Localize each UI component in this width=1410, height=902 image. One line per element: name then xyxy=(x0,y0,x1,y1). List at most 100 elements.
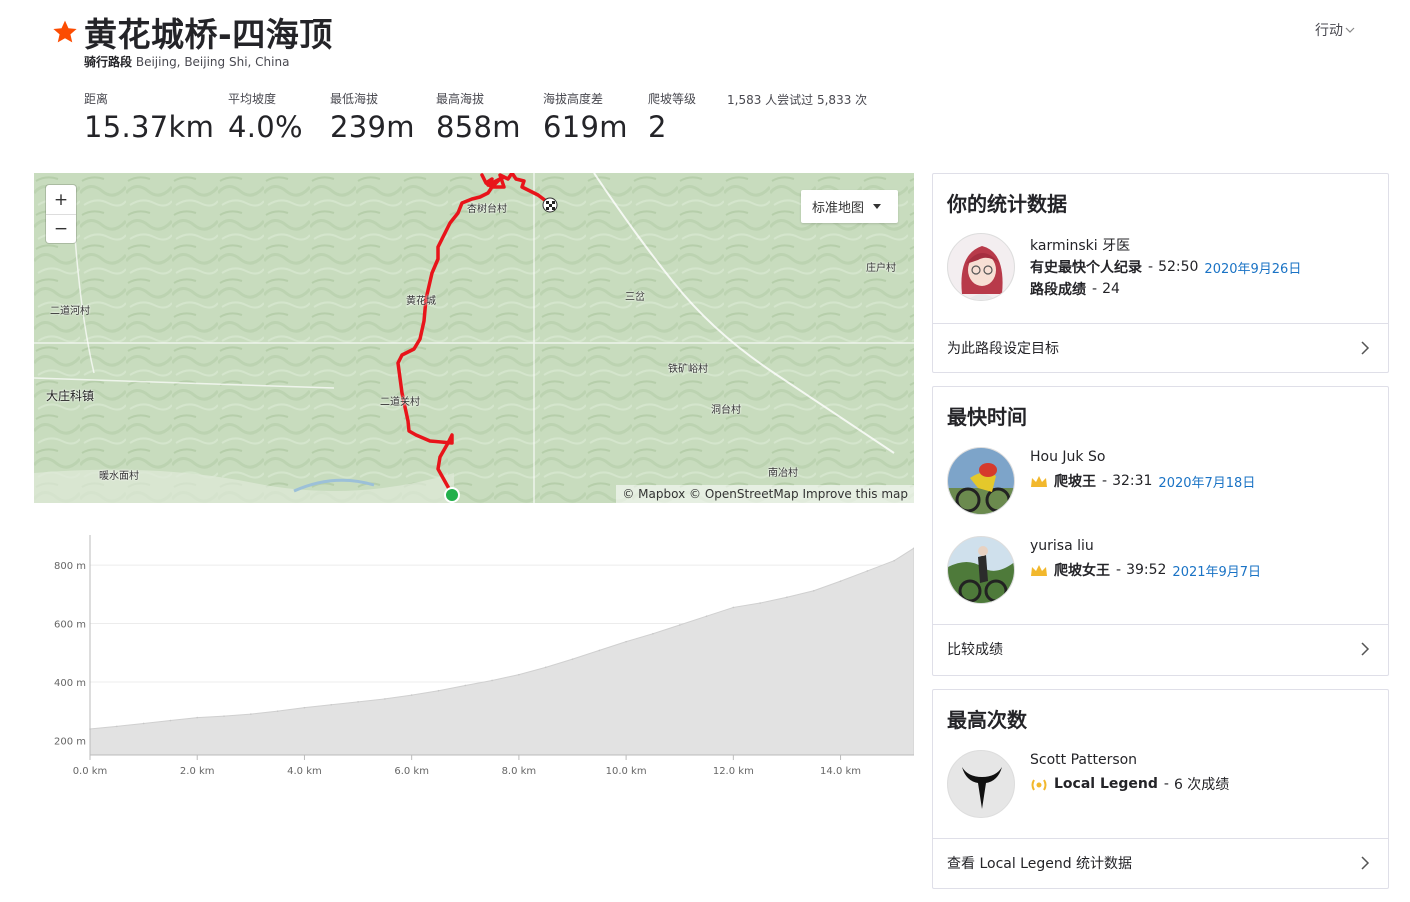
stat-value: 619m xyxy=(543,110,628,144)
place-label: 铁矿峪村 xyxy=(668,364,708,375)
avatar-image xyxy=(948,751,1014,817)
x-tick-label: 2.0 km xyxy=(180,766,215,777)
x-tick-label: 6.0 km xyxy=(394,766,429,777)
avatar-image xyxy=(948,234,1014,300)
stat-value: 4.0% xyxy=(228,110,303,144)
place-label: 黄花城 xyxy=(406,296,436,307)
segment-stats: 距离 15.37km 平均坡度 4.0% 最低海拔 239m 最高海拔 858m… xyxy=(84,90,718,144)
crown-icon xyxy=(1031,564,1047,576)
award-date-link[interactable]: 2021年9月7日 xyxy=(1172,561,1261,580)
athlete-name[interactable]: Scott Patterson xyxy=(1030,752,1137,768)
efforts-line: 路段成绩 - 24 xyxy=(1030,281,1120,298)
segment-location: Beijing, Beijing Shi, China xyxy=(135,55,290,69)
segment-subtitle: 骑行路段 Beijing, Beijing Shi, China xyxy=(84,53,289,70)
award-time: 39:52 xyxy=(1126,562,1167,578)
attempts-count: 1,583 人尝试过 5,833 次 xyxy=(727,93,868,107)
elevation-point xyxy=(786,596,788,599)
stat-highest-elev: 最高海拔 858m xyxy=(436,90,543,144)
compare-efforts-link[interactable]: 比较成绩 xyxy=(933,624,1388,673)
map-terrain xyxy=(34,173,914,503)
elevation-point xyxy=(276,710,279,712)
athlete-name[interactable]: yurisa liu xyxy=(1030,538,1094,554)
x-tick-label: 14.0 km xyxy=(820,766,861,777)
elevation-point xyxy=(652,632,654,635)
x-tick-label: 10.0 km xyxy=(606,766,647,777)
place-label: 庄户村 xyxy=(866,263,896,274)
local-legend-stats-label: 查看 Local Legend 统计数据 xyxy=(947,856,1133,872)
segment-header: 黄花城桥-四海顶 xyxy=(52,8,333,56)
place-label: 二道关村 xyxy=(380,397,420,408)
elevation-chart: 800 m 600 m 400 m 200 m 0.0 km 2.0 km 4.0 km 6.… xyxy=(54,535,914,777)
elevation-point xyxy=(866,570,869,572)
avatar[interactable] xyxy=(947,447,1015,515)
actions-dropdown[interactable]: 行动 xyxy=(1315,20,1355,40)
avatar[interactable] xyxy=(947,536,1015,604)
kom-line: 爬坡王 - 32:31 2020年7月18日 xyxy=(1030,471,1255,491)
set-goal-link[interactable]: 为此路段设定目标 xyxy=(933,323,1388,372)
zoom-in-button[interactable]: + xyxy=(46,185,76,214)
elevation-point xyxy=(598,649,601,652)
local-legend-line: Local Legend - 6 次成绩 xyxy=(1030,774,1229,794)
pr-date-link[interactable]: 2020年9月26日 xyxy=(1204,258,1301,277)
place-label: 暖水面村 xyxy=(99,471,139,482)
map-type-dropdown[interactable]: 标准地图 xyxy=(801,190,898,223)
local-legend-stats-link[interactable]: 查看 Local Legend 统计数据 xyxy=(933,838,1388,887)
stat-value: 2 xyxy=(648,110,667,144)
place-label: 二道河村 xyxy=(50,306,90,317)
stat-label: 距离 xyxy=(84,92,109,106)
elevation-area[interactable] xyxy=(89,547,914,756)
elevation-point xyxy=(196,716,199,719)
athlete-name[interactable]: Hou Juk So xyxy=(1030,449,1105,465)
chevron-right-icon xyxy=(1361,856,1370,870)
elevation-point xyxy=(705,615,708,618)
fastest-title: 最快时间 xyxy=(947,405,1027,429)
elevation-point xyxy=(357,701,359,703)
leader-row: Hou Juk So 爬坡王 - 32:31 2020年7月18日 xyxy=(933,433,1388,522)
elevation-point xyxy=(544,666,547,669)
y-tick-label: 400 m xyxy=(54,678,86,689)
pr-label: 有史最快个人纪录 xyxy=(1030,260,1142,276)
most-efforts-title: 最高次数 xyxy=(947,708,1027,732)
elevation-point xyxy=(759,602,761,604)
elevation-point xyxy=(437,689,440,692)
x-tick-label: 4.0 km xyxy=(287,766,322,777)
elevation-point xyxy=(116,725,118,728)
avatar[interactable] xyxy=(947,750,1015,818)
caret-down-icon xyxy=(873,204,882,209)
stat-climb-category: 爬坡等级 2 xyxy=(648,90,718,144)
chevron-right-icon xyxy=(1361,642,1370,656)
elevation-point xyxy=(625,640,627,643)
start-marker xyxy=(444,487,460,503)
elevation-point xyxy=(223,715,225,717)
segment-map[interactable]: + − 标准地图 杏树台村 庄户村 二道河村 三岔 铁矿峪村 大庄科镇 二道关村… xyxy=(34,173,914,503)
award-date-link[interactable]: 2020年7月18日 xyxy=(1158,472,1255,491)
avatar[interactable] xyxy=(947,233,1015,301)
elevation-point xyxy=(571,658,574,660)
leader-row: yurisa liu 爬坡女王 - 39:52 2021年9月7日 xyxy=(933,522,1388,611)
stat-label: 最低海拔 xyxy=(330,92,379,106)
your-stats-title: 你的统计数据 xyxy=(947,192,1067,216)
place-label: 洞台村 xyxy=(711,405,741,416)
segment-type: 骑行路段 xyxy=(84,55,133,69)
compare-label: 比较成绩 xyxy=(947,642,1003,658)
map-attribution[interactable]: © Mapbox © OpenStreetMap Improve this ma… xyxy=(616,485,914,503)
award-label: 爬坡女王 xyxy=(1054,563,1110,579)
athlete-name[interactable]: karminski 牙医 xyxy=(1030,235,1130,255)
elevation-point xyxy=(518,673,520,676)
x-tick-label: 12.0 km xyxy=(713,766,754,777)
laurel-icon xyxy=(1031,778,1047,791)
stat-label: 海拔高度差 xyxy=(543,92,604,106)
y-tick-label: 200 m xyxy=(54,736,86,747)
fastest-times-card: 最快时间 Hou Juk So 爬坡王 - 32:31 2020年7月18日 y… xyxy=(932,386,1389,676)
elevation-point xyxy=(812,589,815,592)
effort-count: 6 次成绩 xyxy=(1173,777,1230,793)
x-tick-label: 8.0 km xyxy=(502,766,537,777)
elevation-point xyxy=(464,684,467,687)
crown-icon xyxy=(1031,475,1047,487)
elevation-point xyxy=(491,679,493,682)
elevation-point xyxy=(330,703,333,706)
your-stats-row: karminski 牙医 有史最快个人纪录 - 52:50 2020年9月26日… xyxy=(933,220,1388,323)
stat-value: 858m xyxy=(436,110,521,144)
star-icon[interactable] xyxy=(52,19,78,45)
zoom-out-button[interactable]: − xyxy=(46,214,76,243)
